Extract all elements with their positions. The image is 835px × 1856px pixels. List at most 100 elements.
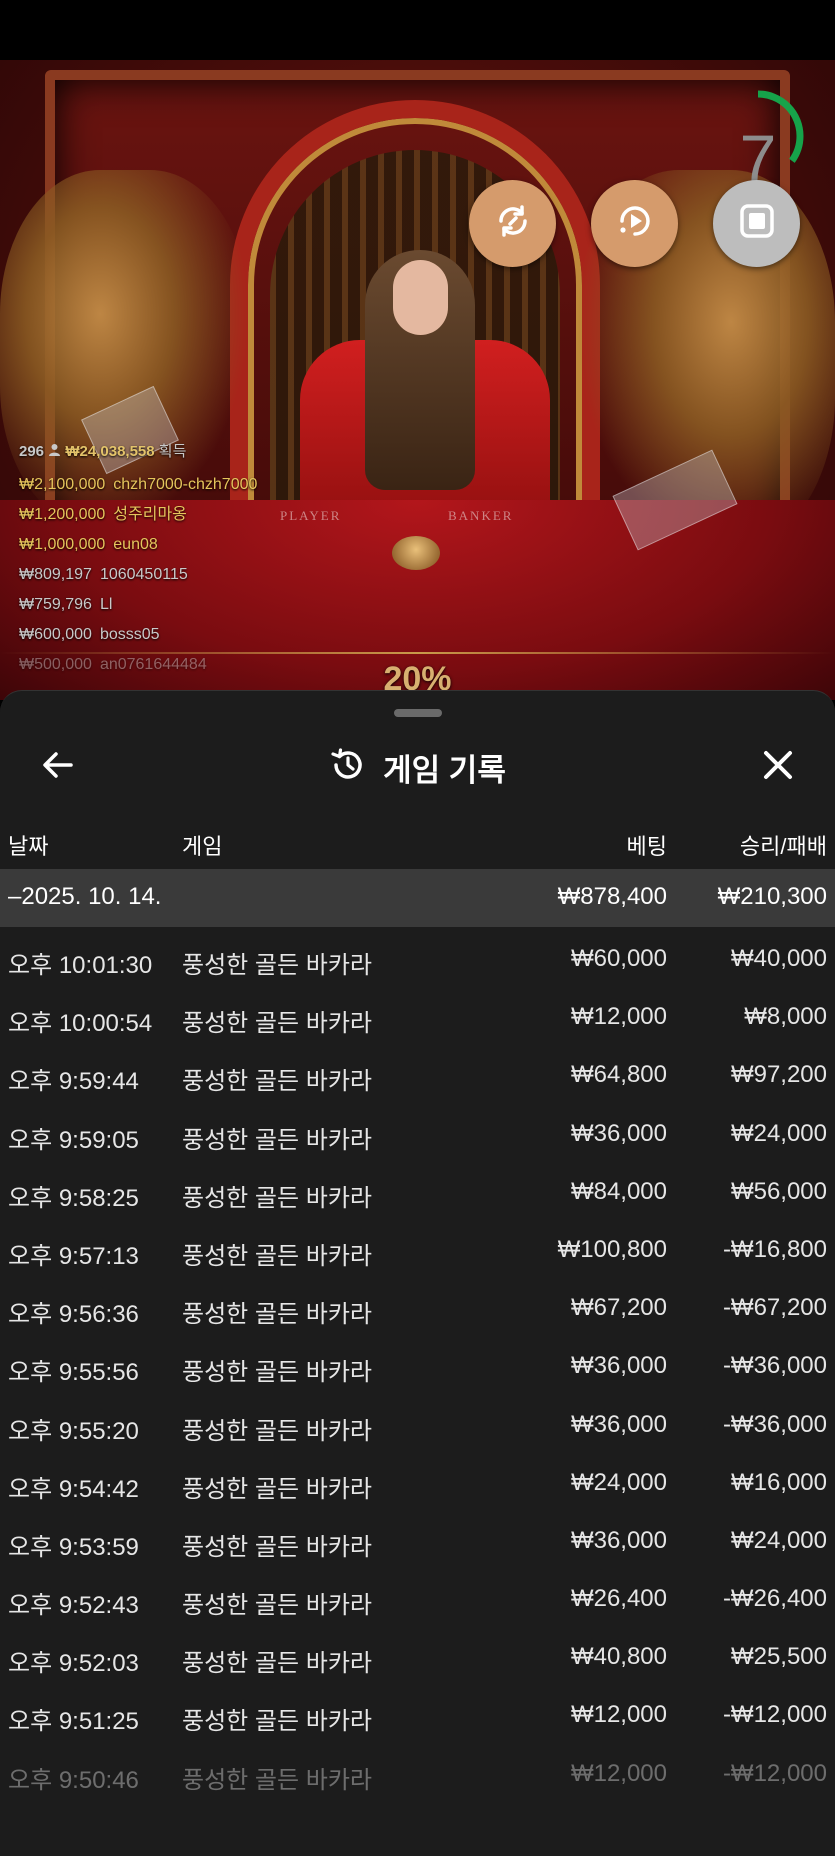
history-row[interactable]: 오후 9:59:44 풍성한 골든 바카라 ₩64,800 ₩97,200 (0, 1043, 835, 1101)
row-time: 오후 10:01:30 (8, 952, 153, 979)
stop-button[interactable] (713, 180, 800, 267)
row-time: 오후 9:57:13 (8, 1242, 139, 1270)
close-button[interactable] (756, 745, 800, 789)
row-result: -₩26,400 (722, 1585, 827, 1613)
row-game: 풍성한 골든 바카라 (182, 1766, 372, 1794)
table-label-player: PLAYER (280, 508, 342, 523)
winner-name: an0761644484 (99, 656, 207, 673)
drag-handle[interactable] (394, 709, 442, 717)
winners-summary: 296 ₩24,038,558 획득 (19, 440, 257, 470)
sheet-title-group: 게임 기록 (0, 745, 835, 789)
column-game: 게임 (182, 834, 223, 859)
row-result: ₩24,000 (730, 1119, 827, 1147)
row-time: 오후 9:53:59 (8, 1533, 139, 1561)
row-time: 오후 9:58:25 (8, 1184, 139, 1212)
history-row[interactable]: 오후 9:52:03 풍성한 골든 바카라 ₩40,800 ₩25,500 (0, 1625, 835, 1683)
row-game: 풍성한 골든 바카라 (182, 1010, 372, 1038)
row-game: 풍성한 골든 바카라 (182, 1359, 372, 1387)
row-result: -₩36,000 (722, 1352, 827, 1380)
history-row[interactable]: 오후 9:53:59 풍성한 골든 바카라 ₩36,000 ₩24,000 (0, 1509, 835, 1567)
close-icon (761, 748, 795, 787)
replay-button[interactable] (591, 180, 678, 267)
history-row[interactable]: 오후 9:50:46 풍성한 골든 바카라 ₩12,000 -₩12,000 (0, 1742, 835, 1800)
row-bet: ₩26,400 (570, 1585, 667, 1613)
column-result: 승리/패배 (739, 834, 827, 859)
sheet-title: 게임 기록 (383, 752, 506, 788)
table-label-banker: BANKER (448, 508, 514, 523)
group-date: –2025. 10. 14. (8, 883, 162, 910)
row-bet: ₩12,000 (570, 1003, 667, 1031)
winner-row: ₩2,100,000 chzh7000-chzh7000 (19, 470, 257, 500)
row-time: 오후 9:55:56 (8, 1359, 139, 1387)
winners-suffix: 획득 (158, 443, 187, 460)
row-game: 풍성한 골든 바카라 (182, 1242, 372, 1270)
swap-icon (491, 199, 535, 248)
history-row[interactable]: 오후 9:57:13 풍성한 골든 바카라 ₩100,800 -₩16,800 (0, 1218, 835, 1276)
group-bet-total: ₩878,400 (557, 883, 667, 910)
row-result: -₩12,000 (722, 1701, 827, 1729)
winner-amount: ₩600,000 (19, 626, 92, 643)
swap-view-button[interactable] (469, 180, 556, 267)
row-game: 풍성한 골든 바카라 (182, 1126, 372, 1154)
row-result: ₩25,500 (730, 1643, 827, 1671)
row-result: ₩40,000 (730, 945, 827, 972)
countdown-timer: 7 (710, 88, 806, 195)
status-bar (0, 0, 835, 60)
row-bet: ₩36,000 (570, 1410, 667, 1438)
history-row[interactable]: 오후 9:55:56 풍성한 골든 바카라 ₩36,000 -₩36,000 (0, 1334, 835, 1392)
history-icon (329, 746, 367, 789)
row-game: 풍성한 골든 바카라 (182, 1475, 372, 1503)
row-result: ₩56,000 (730, 1177, 827, 1205)
winners-total: ₩24,038,558 (65, 443, 155, 460)
row-result: ₩16,000 (730, 1468, 827, 1496)
dealer-face (393, 260, 448, 335)
row-result: ₩8,000 (744, 1003, 827, 1031)
history-row[interactable]: 오후 9:52:43 풍성한 골든 바카라 ₩26,400 -₩26,400 (0, 1567, 835, 1625)
row-bet: ₩24,000 (570, 1468, 667, 1496)
history-row[interactable]: 오후 9:59:05 풍성한 골든 바카라 ₩36,000 ₩24,000 (0, 1102, 835, 1160)
row-game: 풍성한 골든 바카라 (182, 1184, 372, 1212)
row-time: 오후 9:54:42 (8, 1475, 139, 1503)
row-bet: ₩100,800 (557, 1235, 667, 1263)
row-time: 오후 9:56:36 (8, 1301, 139, 1329)
history-row[interactable]: 오후 10:01:30 풍성한 골든 바카라 ₩60,000 ₩40,000 (0, 927, 835, 985)
row-game: 풍성한 골든 바카라 (182, 952, 372, 979)
row-time: 오후 9:52:03 (8, 1650, 139, 1678)
row-result: -₩67,200 (722, 1294, 827, 1322)
history-list: 오후 10:01:30 풍성한 골든 바카라 ₩60,000 ₩40,000 오후 10… (0, 927, 835, 1800)
winners-list: 296 ₩24,038,558 획득 ₩2,100,000 chzh7000-ch… (19, 440, 257, 680)
row-result: -₩36,000 (722, 1410, 827, 1438)
date-group-row[interactable]: –2025. 10. 14. ₩878,400 ₩210,300 (0, 869, 835, 927)
winner-row: ₩500,000 an0761644484 (19, 650, 257, 680)
row-bet: ₩12,000 (570, 1701, 667, 1729)
winner-row: ₩1,000,000 eun08 (19, 530, 257, 560)
user-icon (48, 443, 65, 460)
winner-amount: ₩809,197 (19, 566, 92, 583)
history-row[interactable]: 오후 9:55:20 풍성한 골든 바카라 ₩36,000 -₩36,000 (0, 1393, 835, 1451)
history-row[interactable]: 오후 9:58:25 풍성한 골든 바카라 ₩84,000 ₩56,000 (0, 1160, 835, 1218)
row-bet: ₩84,000 (570, 1177, 667, 1205)
winner-name: 1060450115 (99, 566, 188, 583)
table-ornament (392, 536, 440, 570)
history-row[interactable]: 오후 9:54:42 풍성한 골든 바카라 ₩24,000 ₩16,000 (0, 1451, 835, 1509)
winner-row: ₩809,197 1060450115 (19, 560, 257, 590)
column-bet: 베팅 (626, 834, 667, 859)
history-row[interactable]: 오후 9:51:25 풍성한 골든 바카라 ₩12,000 -₩12,000 (0, 1683, 835, 1741)
winner-row: ₩1,200,000 성주리마옹 (19, 500, 257, 530)
row-time: 오후 9:52:43 (8, 1592, 139, 1620)
history-row[interactable]: 오후 10:00:54 풍성한 골든 바카라 ₩12,000 ₩8,000 (0, 985, 835, 1043)
group-result-total: ₩210,300 (717, 883, 827, 910)
history-row[interactable]: 오후 9:56:36 풍성한 골든 바카라 ₩67,200 -₩67,200 (0, 1276, 835, 1334)
row-game: 풍성한 골든 바카라 (182, 1533, 372, 1561)
row-bet: ₩40,800 (570, 1643, 667, 1671)
stop-icon (737, 201, 777, 246)
winner-amount: ₩759,796 (19, 596, 92, 613)
row-bet: ₩67,200 (570, 1294, 667, 1322)
row-time: 오후 10:00:54 (8, 1010, 153, 1038)
winner-name: Ll (99, 596, 113, 613)
row-bet: ₩12,000 (570, 1759, 667, 1787)
row-game: 풍성한 골든 바카라 (182, 1650, 372, 1678)
row-result: ₩97,200 (730, 1061, 827, 1089)
winner-name: bosss05 (99, 626, 160, 643)
row-time: 오후 9:55:20 (8, 1417, 139, 1445)
